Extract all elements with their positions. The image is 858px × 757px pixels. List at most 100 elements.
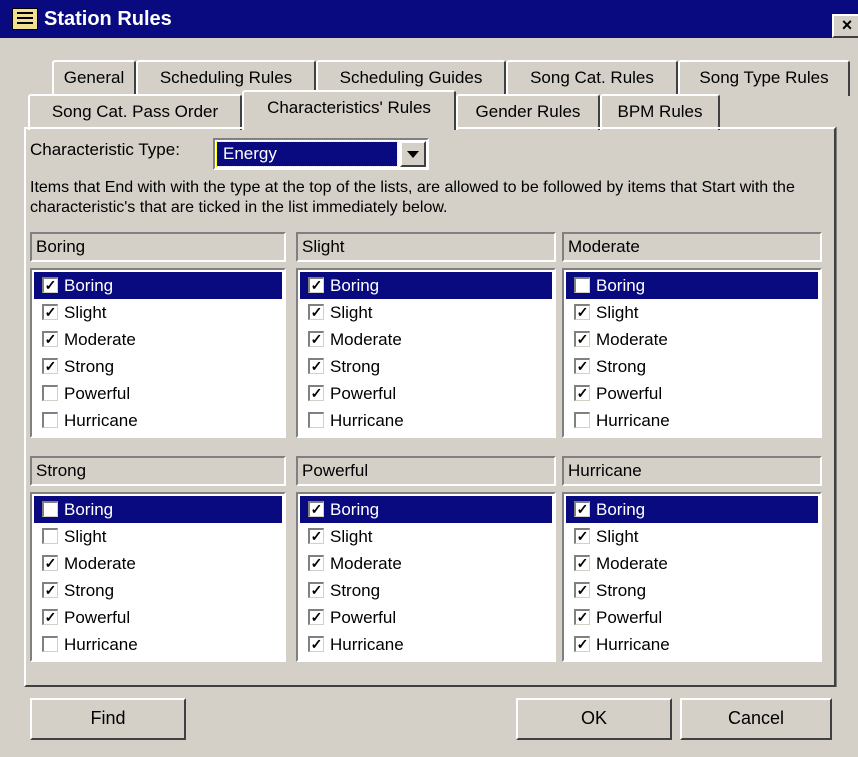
checkbox-checked[interactable]: ✓: [308, 385, 324, 401]
list-item[interactable]: ✓ Slight: [34, 299, 282, 326]
chevron-down-icon: [407, 151, 419, 158]
list-item[interactable]: ✓ Strong: [34, 353, 282, 380]
list-item[interactable]: ✓ Slight: [566, 523, 818, 550]
tab-characteristics-rules[interactable]: Characteristics' Rules: [242, 90, 456, 130]
list-item[interactable]: ✓ Moderate: [566, 326, 818, 353]
checkbox-unchecked[interactable]: [574, 412, 590, 428]
list-item[interactable]: ✓ Moderate: [34, 550, 282, 577]
list-item[interactable]: ✓ Strong: [566, 577, 818, 604]
checkbox-unchecked[interactable]: [574, 277, 590, 293]
list-item[interactable]: Powerful: [34, 380, 282, 407]
checkbox-checked[interactable]: ✓: [574, 555, 590, 571]
checkbox-checked[interactable]: ✓: [308, 528, 324, 544]
list-item[interactable]: ✓ Strong: [34, 577, 282, 604]
checkbox-checked[interactable]: ✓: [308, 636, 324, 652]
list-item[interactable]: ✓ Powerful: [34, 604, 282, 631]
list-item-label: Moderate: [64, 554, 136, 573]
list-item-label: Boring: [596, 276, 646, 295]
close-button[interactable]: ×: [832, 14, 858, 38]
checkbox-checked[interactable]: ✓: [308, 304, 324, 320]
checkbox-unchecked[interactable]: [308, 412, 324, 428]
list-strong[interactable]: Boring Slight ✓ Moderate ✓ Strong ✓ Powerful Hur…: [30, 492, 286, 662]
checkbox-checked[interactable]: ✓: [42, 277, 58, 293]
checkbox-checked[interactable]: ✓: [574, 331, 590, 347]
list-item[interactable]: ✓ Powerful: [300, 380, 552, 407]
list-item[interactable]: ✓ Boring: [34, 272, 282, 299]
list-item[interactable]: ✓ Powerful: [566, 604, 818, 631]
checkbox-checked[interactable]: ✓: [42, 358, 58, 374]
list-slight[interactable]: ✓ Boring ✓ Slight ✓ Moderate ✓ Strong ✓ Powerful H…: [296, 268, 556, 438]
list-item[interactable]: ✓ Moderate: [34, 326, 282, 353]
panel-edge: [836, 127, 850, 687]
list-item[interactable]: ✓ Moderate: [300, 326, 552, 353]
window-title: Station Rules: [44, 8, 172, 30]
list-item-label: Powerful: [596, 384, 663, 403]
list-item[interactable]: ✓ Slight: [300, 523, 552, 550]
checkbox-checked[interactable]: ✓: [308, 277, 324, 293]
list-moderate[interactable]: Boring ✓ Slight ✓ Moderate ✓ Strong ✓ Powerful Hu…: [562, 268, 822, 438]
checkbox-checked[interactable]: ✓: [42, 582, 58, 598]
list-item[interactable]: Boring: [566, 272, 818, 299]
list-boring[interactable]: ✓ Boring ✓ Slight ✓ Moderate ✓ Strong Powerful Hu…: [30, 268, 286, 438]
checkbox-checked[interactable]: ✓: [574, 582, 590, 598]
checkbox-checked[interactable]: ✓: [42, 609, 58, 625]
checkbox-checked[interactable]: ✓: [574, 609, 590, 625]
list-item[interactable]: Boring: [34, 496, 282, 523]
tab-general[interactable]: General: [52, 60, 136, 96]
tab-song-cat-rules[interactable]: Song Cat. Rules: [506, 60, 678, 96]
characteristic-type-value[interactable]: Energy: [216, 141, 398, 167]
list-item[interactable]: ✓ Boring: [566, 496, 818, 523]
list-item[interactable]: ✓ Slight: [566, 299, 818, 326]
tab-song-type-rules[interactable]: Song Type Rules: [678, 60, 850, 96]
list-item-label: Powerful: [330, 384, 397, 403]
list-item[interactable]: ✓ Powerful: [300, 604, 552, 631]
checkbox-checked[interactable]: ✓: [308, 331, 324, 347]
list-item[interactable]: ✓ Boring: [300, 272, 552, 299]
checkbox-checked[interactable]: ✓: [574, 304, 590, 320]
checkbox-checked[interactable]: ✓: [42, 304, 58, 320]
checkbox-unchecked[interactable]: [42, 636, 58, 652]
ok-button[interactable]: OK: [516, 698, 672, 740]
list-item[interactable]: ✓ Strong: [300, 353, 552, 380]
checkbox-checked[interactable]: ✓: [308, 582, 324, 598]
list-item[interactable]: ✓ Powerful: [566, 380, 818, 407]
list-item[interactable]: Slight: [34, 523, 282, 550]
list-item[interactable]: ✓ Strong: [566, 353, 818, 380]
cancel-button[interactable]: Cancel: [680, 698, 832, 740]
list-item[interactable]: ✓ Hurricane: [566, 631, 818, 658]
checkbox-checked[interactable]: ✓: [42, 555, 58, 571]
list-item[interactable]: ✓ Slight: [300, 299, 552, 326]
dropdown-button[interactable]: [400, 141, 426, 167]
list-powerful[interactable]: ✓ Boring ✓ Slight ✓ Moderate ✓ Strong ✓ Powerful ✓…: [296, 492, 556, 662]
find-button[interactable]: Find: [30, 698, 186, 740]
list-hurricane[interactable]: ✓ Boring ✓ Slight ✓ Moderate ✓ Strong ✓ Powerful ✓…: [562, 492, 822, 662]
checkbox-checked[interactable]: ✓: [574, 358, 590, 374]
checkbox-unchecked[interactable]: [42, 528, 58, 544]
list-item[interactable]: Hurricane: [566, 407, 818, 434]
checkbox-unchecked[interactable]: [42, 385, 58, 401]
checkbox-checked[interactable]: ✓: [574, 636, 590, 652]
characteristic-type-select[interactable]: Energy: [213, 138, 429, 170]
checkbox-checked[interactable]: ✓: [308, 609, 324, 625]
tab-gender-rules[interactable]: Gender Rules: [456, 94, 600, 130]
checkbox-checked[interactable]: ✓: [574, 501, 590, 517]
checkbox-unchecked[interactable]: [42, 501, 58, 517]
list-item[interactable]: Hurricane: [300, 407, 552, 434]
tab-bpm-rules[interactable]: BPM Rules: [600, 94, 720, 130]
checkbox-checked[interactable]: ✓: [308, 555, 324, 571]
checkbox-checked[interactable]: ✓: [574, 528, 590, 544]
list-item[interactable]: ✓ Moderate: [566, 550, 818, 577]
checkbox-checked[interactable]: ✓: [574, 385, 590, 401]
list-item-label: Hurricane: [596, 635, 670, 654]
checkbox-checked[interactable]: ✓: [308, 501, 324, 517]
list-item[interactable]: ✓ Moderate: [300, 550, 552, 577]
list-item[interactable]: ✓ Hurricane: [300, 631, 552, 658]
checkbox-checked[interactable]: ✓: [308, 358, 324, 374]
list-item[interactable]: ✓ Strong: [300, 577, 552, 604]
list-item[interactable]: Hurricane: [34, 407, 282, 434]
list-item[interactable]: Hurricane: [34, 631, 282, 658]
checkbox-unchecked[interactable]: [42, 412, 58, 428]
checkbox-checked[interactable]: ✓: [42, 331, 58, 347]
list-item[interactable]: ✓ Boring: [300, 496, 552, 523]
tab-song-cat-pass-order[interactable]: Song Cat. Pass Order: [28, 94, 242, 130]
